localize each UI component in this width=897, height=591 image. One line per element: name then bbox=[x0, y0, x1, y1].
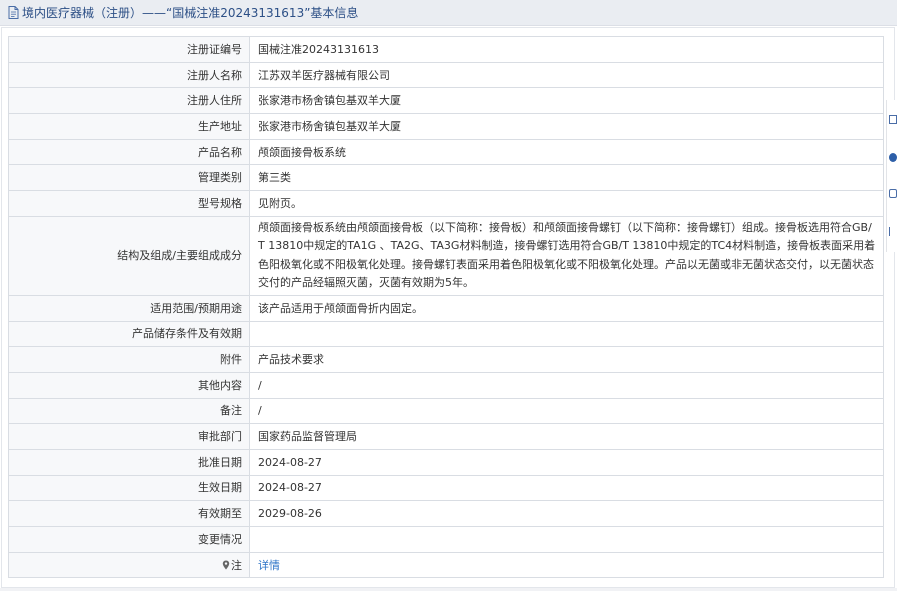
row-label-changes: 变更情况 bbox=[8, 526, 250, 553]
table-row: 型号规格 见附页。 bbox=[8, 190, 884, 217]
page-header: 境内医疗器械（注册）——“国械注准20243131613”基本信息 bbox=[0, 0, 897, 26]
row-label-approval-date: 批准日期 bbox=[8, 448, 250, 476]
row-value-approval-date: 2024-08-27 bbox=[249, 448, 884, 476]
row-label-approval-dept: 审批部门 bbox=[8, 423, 250, 450]
row-value-registrant-name: 江苏双羊医疗器械有限公司 bbox=[249, 61, 884, 89]
row-label-registration-number: 注册证编号 bbox=[8, 36, 250, 63]
row-value-valid-until: 2029-08-26 bbox=[249, 500, 884, 527]
row-value-intended-use: 该产品适用于颅颌面骨折内固定。 bbox=[249, 294, 884, 322]
row-value-other-content: / bbox=[249, 371, 884, 399]
detail-table: 注册证编号 国械注准20243131613 注册人名称 江苏双羊医疗器械有限公司… bbox=[8, 36, 884, 579]
row-value-registration-number: 国械注准20243131613 bbox=[249, 36, 884, 63]
row-label-production-address: 生产地址 bbox=[8, 113, 250, 140]
side-toolbar bbox=[886, 100, 897, 252]
side-tool-icon[interactable] bbox=[889, 153, 897, 162]
row-value-effective-date: 2024-08-27 bbox=[249, 474, 884, 502]
table-row: 产品名称 颅颌面接骨板系统 bbox=[8, 138, 884, 166]
table-row: 结构及组成/主要组成成分 颅颌面接骨板系统由颅颌面接骨板（以下简称：接骨板）和颅… bbox=[8, 215, 884, 296]
table-row: 产品储存条件及有效期 bbox=[8, 320, 884, 348]
row-label-registrant-name: 注册人名称 bbox=[8, 61, 250, 89]
table-row: 附件 产品技术要求 bbox=[8, 346, 884, 373]
row-value-approval-dept: 国家药品监督管理局 bbox=[249, 423, 884, 450]
side-tool-icon[interactable] bbox=[889, 115, 897, 124]
table-row: 注册证编号 国械注准20243131613 bbox=[8, 36, 884, 63]
note-label-text: 注 bbox=[231, 558, 242, 572]
row-label-effective-date: 生效日期 bbox=[8, 474, 250, 502]
row-value-product-name: 颅颌面接骨板系统 bbox=[249, 138, 884, 166]
row-label-valid-until: 有效期至 bbox=[8, 500, 250, 527]
row-label-product-name: 产品名称 bbox=[8, 138, 250, 166]
details-link[interactable]: 详情 bbox=[258, 559, 280, 572]
row-value-changes bbox=[249, 526, 884, 553]
row-value-structure: 颅颌面接骨板系统由颅颌面接骨板（以下简称：接骨板）和颅颌面接骨螺钉（以下简称：接… bbox=[249, 215, 884, 296]
table-row: 生产地址 张家港市杨舍镇包基双羊大厦 bbox=[8, 113, 884, 140]
row-value-remarks: / bbox=[249, 397, 884, 425]
row-label-other-content: 其他内容 bbox=[8, 371, 250, 399]
row-label-management-class: 管理类别 bbox=[8, 164, 250, 192]
row-value-note: 详情 bbox=[249, 551, 884, 579]
row-label-structure: 结构及组成/主要组成成分 bbox=[8, 215, 250, 296]
row-label-model-spec: 型号规格 bbox=[8, 190, 250, 217]
table-row: 注 详情 bbox=[8, 551, 884, 579]
row-label-remarks: 备注 bbox=[8, 397, 250, 425]
row-value-management-class: 第三类 bbox=[249, 164, 884, 192]
table-row: 注册人名称 江苏双羊医疗器械有限公司 bbox=[8, 61, 884, 89]
table-row: 适用范围/预期用途 该产品适用于颅颌面骨折内固定。 bbox=[8, 294, 884, 322]
table-row: 有效期至 2029-08-26 bbox=[8, 500, 884, 527]
row-value-registrant-address: 张家港市杨舍镇包基双羊大厦 bbox=[249, 87, 884, 115]
table-row: 变更情况 bbox=[8, 526, 884, 553]
row-label-storage: 产品储存条件及有效期 bbox=[8, 320, 250, 348]
side-tool-icon[interactable] bbox=[889, 189, 897, 198]
table-row: 审批部门 国家药品监督管理局 bbox=[8, 423, 884, 450]
side-tool-icon[interactable] bbox=[889, 227, 897, 236]
row-value-production-address: 张家港市杨舍镇包基双羊大厦 bbox=[249, 113, 884, 140]
table-row: 批准日期 2024-08-27 bbox=[8, 448, 884, 476]
table-row: 注册人住所 张家港市杨舍镇包基双羊大厦 bbox=[8, 87, 884, 115]
page-title: 境内医疗器械（注册）——“国械注准20243131613”基本信息 bbox=[22, 6, 359, 20]
row-label-attachment: 附件 bbox=[8, 346, 250, 373]
row-value-model-spec: 见附页。 bbox=[249, 190, 884, 217]
table-row: 生效日期 2024-08-27 bbox=[8, 474, 884, 502]
row-value-attachment: 产品技术要求 bbox=[249, 346, 884, 373]
table-row: 管理类别 第三类 bbox=[8, 164, 884, 192]
document-icon bbox=[8, 6, 19, 19]
pin-icon bbox=[222, 560, 230, 570]
row-label-registrant-address: 注册人住所 bbox=[8, 87, 250, 115]
table-row: 其他内容 / bbox=[8, 371, 884, 399]
row-value-storage bbox=[249, 320, 884, 348]
row-label-intended-use: 适用范围/预期用途 bbox=[8, 294, 250, 322]
table-row: 备注 / bbox=[8, 397, 884, 425]
row-label-note: 注 bbox=[8, 551, 250, 579]
